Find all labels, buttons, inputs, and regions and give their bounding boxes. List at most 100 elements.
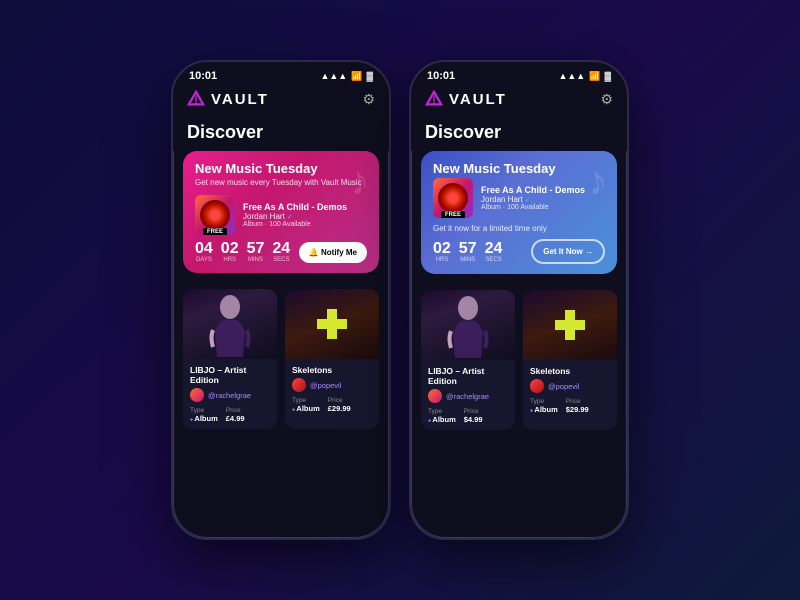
- type-group-libjo-left: Type Album: [190, 407, 218, 423]
- app-header-right: VAULT ⚙: [411, 86, 627, 116]
- libjo-artwork-right: [421, 290, 515, 360]
- card-title-libjo-left: LIBJO – Artist Edition: [190, 365, 270, 385]
- page-title-left: Discover: [173, 116, 389, 151]
- card-skeletons-left[interactable]: Skeletons @popevil Type Album Price £29.…: [285, 289, 379, 429]
- free-badge-left: FREE: [203, 228, 227, 235]
- logo-left: VAULT: [187, 90, 269, 108]
- card-artist-skeletons-left: @popevil: [292, 378, 372, 392]
- status-icons-right: ▲▲▲ 📶 ▓: [558, 71, 611, 82]
- card-details-skeletons-left: Type Album Price £29.99: [292, 397, 372, 413]
- card-details-libjo-right: Type Album Price $4.99: [428, 408, 508, 424]
- type-group-skeletons-left: Type Album: [292, 397, 320, 413]
- type-group-skeletons-right: Type Album: [530, 398, 558, 414]
- album-artist-left: Jordan Hart ✓: [243, 212, 367, 221]
- artist-name-left: Jordan Hart: [243, 212, 285, 221]
- card-image-skeletons-left: [285, 289, 379, 359]
- hero-banner-left: New Music Tuesday Get new music every Tu…: [183, 151, 379, 273]
- artist-avatar-libjo-right: [428, 389, 442, 403]
- person-svg-right: [443, 293, 493, 358]
- album-name-right: Free As A Child - Demos: [481, 185, 605, 196]
- card-image-libjo-left: [183, 289, 277, 359]
- artist-avatar-skeletons-left: [292, 378, 306, 392]
- status-time-right: 10:01: [427, 70, 455, 82]
- card-artist-libjo-right: @rachelgrae: [428, 389, 508, 403]
- card-libjo-right[interactable]: LIBJO – Artist Edition @rachelgrae Type …: [421, 290, 515, 430]
- logo-text-left: VAULT: [211, 91, 269, 108]
- limited-text-right: Get it now for a limited time only: [433, 224, 605, 233]
- gear-icon-left[interactable]: ⚙: [362, 91, 375, 108]
- countdown-hours: 02 HRS: [221, 241, 239, 263]
- album-info-left: Free As A Child - Demos Jordan Hart ✓ Al…: [243, 202, 367, 229]
- countdown-secs-right: 24 SECS: [485, 241, 503, 263]
- notify-button-left[interactable]: 🔔 Notify Me: [299, 242, 367, 263]
- page-title-right: Discover: [411, 116, 627, 151]
- artist-avatar-libjo-left: [190, 388, 204, 402]
- album-thumb-right: FREE: [433, 178, 473, 218]
- app-header-left: VAULT ⚙: [173, 86, 389, 116]
- free-badge-right: FREE: [441, 211, 465, 218]
- status-bar-right: 10:01 ▲▲▲ 📶 ▓: [411, 62, 627, 86]
- hero-subtitle-left: Get new music every Tuesday with Vault M…: [195, 178, 367, 187]
- cards-grid-right: LIBJO – Artist Edition @rachelgrae Type …: [411, 282, 627, 438]
- battery-icon-right: ▓: [604, 71, 611, 81]
- album-name-left: Free As A Child - Demos: [243, 202, 367, 213]
- card-title-skeletons-right: Skeletons: [530, 366, 610, 376]
- get-now-button-right[interactable]: Get It Now →: [531, 239, 605, 264]
- countdown-mins-right: 57 MINS: [459, 241, 477, 263]
- phones-container: 10:01 ▲▲▲ 📶 ▓ VAULT ⚙ Discover New: [171, 60, 629, 540]
- verified-icon-right: ✓: [525, 196, 531, 204]
- signal-icon-right: ▲▲▲: [558, 71, 585, 81]
- price-group-libjo-left: Price £4.99: [226, 407, 245, 423]
- album-meta-right: Album · 100 Available: [481, 204, 605, 211]
- cross-icon-left: [317, 309, 347, 339]
- card-info-libjo-right: LIBJO – Artist Edition @rachelgrae Type …: [421, 360, 515, 430]
- skeletons-artwork-left: [285, 289, 379, 359]
- album-art-right: [438, 183, 468, 213]
- price-group-libjo-right: Price $4.99: [464, 408, 483, 424]
- album-thumb-left: FREE: [195, 195, 235, 235]
- verified-icon-left: ✓: [287, 213, 293, 221]
- card-artist-libjo-left: @rachelgrae: [190, 388, 270, 402]
- logo-right: VAULT: [425, 90, 507, 108]
- wifi-icon-left: 📶: [351, 71, 362, 82]
- hero-album-row-left: FREE Free As A Child - Demos Jordan Hart…: [195, 195, 367, 235]
- skeletons-artwork-right: [523, 290, 617, 360]
- card-image-skeletons-right: [523, 290, 617, 360]
- album-meta-left: Album · 100 Available: [243, 221, 367, 228]
- cross-icon-right: [555, 310, 585, 340]
- status-icons-left: ▲▲▲ 📶 ▓: [320, 71, 373, 82]
- card-libjo-left[interactable]: LIBJO – Artist Edition @rachelgrae Type …: [183, 289, 277, 429]
- card-details-libjo-left: Type Album Price £4.99: [190, 407, 270, 423]
- phone-right: 10:01 ▲▲▲ 📶 ▓ VAULT ⚙ Discover New: [409, 60, 629, 540]
- card-title-libjo-right: LIBJO – Artist Edition: [428, 366, 508, 386]
- logo-text-right: VAULT: [449, 91, 507, 108]
- wifi-icon-right: 📶: [589, 71, 600, 82]
- countdown-days: 04 DAYS: [195, 241, 213, 263]
- libjo-artwork-left: [183, 289, 277, 359]
- gear-icon-right[interactable]: ⚙: [600, 91, 613, 108]
- signal-icon-left: ▲▲▲: [320, 71, 347, 81]
- album-art-left: [200, 200, 230, 230]
- countdown-hours-right: 02 HRS: [433, 241, 451, 263]
- countdown-mins: 57 MINS: [247, 241, 265, 263]
- countdown-secs: 24 SECS: [272, 241, 290, 263]
- card-skeletons-right[interactable]: Skeletons @popevil Type Album Price $29.…: [523, 290, 617, 430]
- album-info-right: Free As A Child - Demos Jordan Hart ✓ Al…: [481, 185, 605, 212]
- card-title-skeletons-left: Skeletons: [292, 365, 372, 375]
- artist-handle-libjo-left: @rachelgrae: [208, 391, 251, 400]
- card-info-skeletons-right: Skeletons @popevil Type Album Price $29.…: [523, 360, 617, 420]
- artist-handle-skeletons-left: @popevil: [310, 381, 341, 390]
- status-bar-left: 10:01 ▲▲▲ 📶 ▓: [173, 62, 389, 86]
- price-group-skeletons-right: Price $29.99: [566, 398, 589, 414]
- vault-logo-icon-right: [425, 90, 443, 108]
- countdown-left: 04 DAYS 02 HRS 57 MINS 24 SECS: [195, 241, 367, 263]
- vault-logo-icon-left: [187, 90, 205, 108]
- card-info-skeletons-left: Skeletons @popevil Type Album Price £29.…: [285, 359, 379, 419]
- artist-avatar-skeletons-right: [530, 379, 544, 393]
- card-info-libjo-left: LIBJO – Artist Edition @rachelgrae Type …: [183, 359, 277, 429]
- phone-left: 10:01 ▲▲▲ 📶 ▓ VAULT ⚙ Discover New: [171, 60, 391, 540]
- countdown-right: 02 HRS 57 MINS 24 SECS Get It Now →: [433, 239, 605, 264]
- battery-icon-left: ▓: [366, 71, 373, 81]
- album-artist-right: Jordan Hart ✓: [481, 195, 605, 204]
- card-details-skeletons-right: Type Album Price $29.99: [530, 398, 610, 414]
